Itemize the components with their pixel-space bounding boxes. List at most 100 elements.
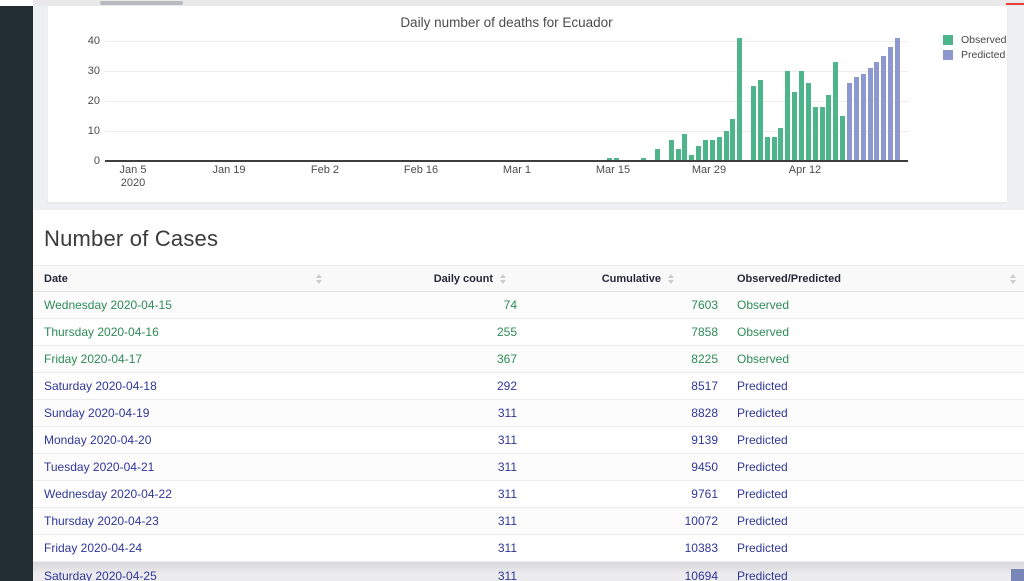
cell-date-container: Sunday 2020-04-19 [33, 406, 322, 420]
cell-date-container: Wednesday 2020-04-15 [33, 298, 322, 312]
bar-observed-2020-04-16[interactable] [833, 62, 838, 161]
cell-date: Thursday 2020-04-23 [44, 514, 159, 528]
bar-observed-2020-04-17[interactable] [840, 116, 845, 161]
section-title: Number of Cases [44, 226, 218, 252]
cell-cumulative: 10072 [517, 514, 718, 528]
bar-predicted-2020-04-25[interactable] [895, 38, 900, 161]
y-axis-tick-label: 10 [68, 125, 100, 137]
table-body: Wednesday 2020-04-15747603ObservedThursd… [33, 292, 1024, 581]
column-header-cumulative[interactable]: Cumulative [517, 273, 718, 285]
cell-cumulative: 8225 [517, 352, 718, 366]
bar-observed-2020-04-10[interactable] [792, 92, 797, 161]
table-row: Saturday 2020-04-2531110694Predicted [33, 562, 1024, 581]
bar-observed-2020-04-05[interactable] [758, 80, 763, 161]
bar-observed-2020-04-12[interactable] [806, 83, 811, 161]
bar-predicted-2020-04-19[interactable] [854, 77, 859, 161]
cell-date: Monday 2020-04-20 [44, 433, 151, 447]
cell-date-container: Saturday 2020-04-18 [33, 379, 322, 393]
legend-swatch-icon [943, 50, 953, 60]
bar-observed-2020-04-09[interactable] [785, 71, 790, 161]
column-header-daily-count-label: Daily count [434, 273, 493, 285]
cell-cumulative: 7858 [517, 325, 718, 339]
column-header-daily-count[interactable]: Daily count [322, 273, 517, 285]
cell-date-container: Thursday 2020-04-16 [33, 325, 322, 339]
cell-status: Predicted [718, 460, 996, 474]
bar-observed-2020-04-06[interactable] [765, 137, 770, 161]
sort-icon[interactable] [1010, 274, 1016, 284]
column-header-observed-predicted[interactable]: Observed/Predicted [718, 273, 996, 285]
bar-predicted-2020-04-20[interactable] [861, 74, 866, 161]
x-axis-tick-label: Apr 12 [770, 164, 840, 177]
table-row: Friday 2020-04-2431110383Predicted [33, 535, 1024, 562]
y-axis-tick-label: 30 [68, 65, 100, 77]
chart-card: Daily number of deaths for Ecuador Obser… [48, 6, 1007, 202]
bar-observed-2020-03-31[interactable] [724, 131, 729, 161]
bar-predicted-2020-04-23[interactable] [881, 56, 886, 161]
table-row: Thursday 2020-04-162557858Observed [33, 319, 1024, 346]
table-header-row: Date Daily count Cumulative Observed/Pre… [33, 265, 1024, 292]
sort-icon[interactable] [668, 274, 674, 284]
bar-observed-2020-03-27[interactable] [696, 146, 701, 161]
x-axis-tick-label: Mar 29 [674, 164, 744, 177]
legend-swatch-icon [943, 35, 953, 45]
table-row: Monday 2020-04-203119139Predicted [33, 427, 1024, 454]
y-axis-tick-label: 0 [68, 155, 100, 167]
column-header-date-label: Date [44, 273, 68, 285]
table-row: Sunday 2020-04-193118828Predicted [33, 400, 1024, 427]
bar-observed-2020-04-07[interactable] [772, 137, 777, 161]
cell-date: Friday 2020-04-17 [44, 352, 142, 366]
cell-date-container: Friday 2020-04-24 [33, 541, 322, 555]
y-axis-tick-label: 20 [68, 95, 100, 107]
column-header-trailing[interactable] [996, 274, 1024, 284]
cell-status: Predicted [718, 514, 996, 528]
cell-status: Observed [718, 298, 996, 312]
x-axis-tick-label: Mar 1 [482, 164, 552, 177]
sort-icon[interactable] [500, 274, 506, 284]
chart-legend: ObservedPredicted [943, 32, 1007, 62]
bar-observed-2020-04-13[interactable] [813, 107, 818, 161]
cell-status: Predicted [718, 433, 996, 447]
bar-observed-2020-04-04[interactable] [751, 86, 756, 161]
column-header-date[interactable]: Date [33, 273, 322, 285]
cell-cumulative: 9139 [517, 433, 718, 447]
horizontal-scrollbar-thumb[interactable] [100, 1, 183, 5]
bar-predicted-2020-04-21[interactable] [868, 68, 873, 161]
table-row: Saturday 2020-04-182928517Predicted [33, 373, 1024, 400]
table-row: Friday 2020-04-173678225Observed [33, 346, 1024, 373]
bar-observed-2020-04-15[interactable] [826, 95, 831, 161]
bar-observed-2020-03-25[interactable] [682, 134, 687, 161]
cell-date-container: Saturday 2020-04-25 [33, 569, 322, 581]
bar-predicted-2020-04-18[interactable] [847, 83, 852, 161]
bar-observed-2020-03-30[interactable] [717, 137, 722, 161]
cell-daily-count: 255 [322, 325, 517, 339]
column-header-cumulative-label: Cumulative [602, 273, 661, 285]
x-axis-tick-label: Mar 15 [578, 164, 648, 177]
bar-observed-2020-04-02[interactable] [737, 38, 742, 161]
bar-observed-2020-03-29[interactable] [710, 140, 715, 161]
bar-observed-2020-04-01[interactable] [730, 119, 735, 161]
table-row: Wednesday 2020-04-223119761Predicted [33, 481, 1024, 508]
table-row: Tuesday 2020-04-213119450Predicted [33, 454, 1024, 481]
cell-cumulative: 9450 [517, 460, 718, 474]
bar-predicted-2020-04-22[interactable] [874, 62, 879, 161]
x-axis-tick-label: Feb 16 [386, 164, 456, 177]
legend-item-predicted[interactable]: Predicted [943, 47, 1007, 62]
legend-item-observed[interactable]: Observed [943, 32, 1007, 47]
bar-observed-2020-04-08[interactable] [778, 128, 783, 161]
cell-cumulative: 10383 [517, 541, 718, 555]
bar-observed-2020-04-14[interactable] [820, 107, 825, 161]
bar-observed-2020-03-23[interactable] [669, 140, 674, 161]
cell-status: Predicted [718, 379, 996, 393]
cell-daily-count: 311 [322, 514, 517, 528]
cell-date-container: Friday 2020-04-17 [33, 352, 322, 366]
bar-predicted-2020-04-24[interactable] [888, 47, 893, 161]
cases-table-section: Number of Cases Date Daily count Cumulat… [33, 210, 1024, 581]
cell-cumulative: 7603 [517, 298, 718, 312]
bar-observed-2020-03-28[interactable] [703, 140, 708, 161]
bar-observed-2020-04-11[interactable] [799, 71, 804, 161]
cell-daily-count: 311 [322, 487, 517, 501]
collapsed-sidebar[interactable] [0, 6, 33, 581]
cell-status: Predicted [718, 406, 996, 420]
cell-cumulative: 10694 [517, 569, 718, 581]
cell-date-container: Tuesday 2020-04-21 [33, 460, 322, 474]
